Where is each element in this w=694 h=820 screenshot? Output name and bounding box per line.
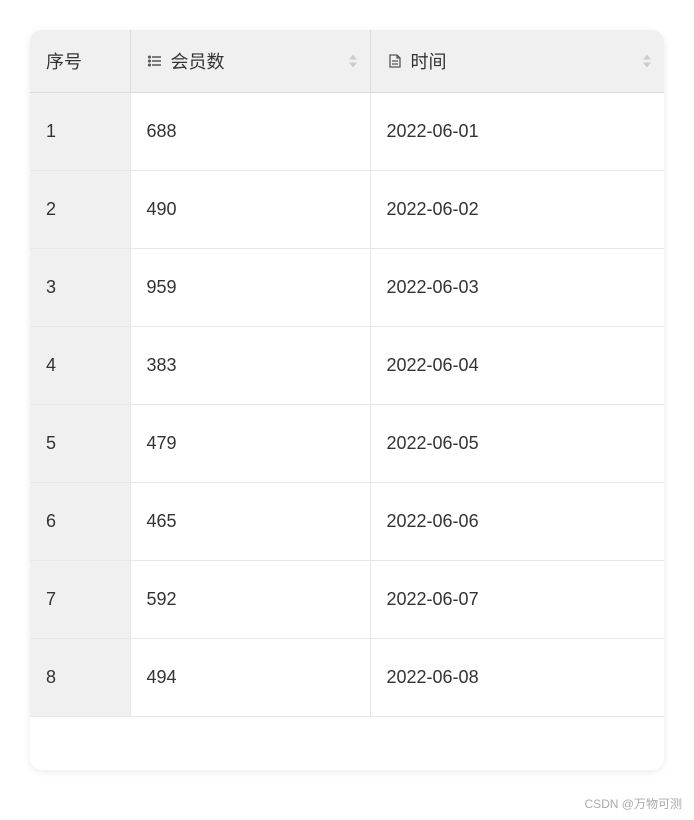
- table-header: 序号: [30, 30, 664, 93]
- data-table: 序号: [30, 30, 664, 717]
- cell-members: 383: [130, 327, 370, 405]
- table-row[interactable]: 4 383 2022-06-04: [30, 327, 664, 405]
- cell-time: 2022-06-04: [370, 327, 664, 405]
- cell-members: 479: [130, 405, 370, 483]
- sort-control[interactable]: [348, 55, 358, 68]
- sort-down-icon: [348, 62, 358, 68]
- column-header-label: 序号: [46, 48, 82, 74]
- table-row[interactable]: 3 959 2022-06-03: [30, 249, 664, 327]
- sort-down-icon: [642, 62, 652, 68]
- table-body: 1 688 2022-06-01 2 490 2022-06-02 3 959 …: [30, 93, 664, 717]
- cell-time: 2022-06-08: [370, 639, 664, 717]
- cell-index: 4: [30, 327, 130, 405]
- cell-members: 592: [130, 561, 370, 639]
- cell-time: 2022-06-03: [370, 249, 664, 327]
- cell-index: 2: [30, 171, 130, 249]
- cell-time: 2022-06-05: [370, 405, 664, 483]
- column-header-members[interactable]: 会员数: [130, 30, 370, 93]
- cell-members: 959: [130, 249, 370, 327]
- watermark-text: CSDN @万物可测: [584, 795, 682, 812]
- cell-time: 2022-06-02: [370, 171, 664, 249]
- cell-index: 3: [30, 249, 130, 327]
- cell-index: 6: [30, 483, 130, 561]
- table-row[interactable]: 2 490 2022-06-02: [30, 171, 664, 249]
- cell-members: 465: [130, 483, 370, 561]
- cell-index: 7: [30, 561, 130, 639]
- cell-time: 2022-06-06: [370, 483, 664, 561]
- table-row[interactable]: 6 465 2022-06-06: [30, 483, 664, 561]
- cell-index: 1: [30, 93, 130, 171]
- cell-index: 5: [30, 405, 130, 483]
- cell-time: 2022-06-07: [370, 561, 664, 639]
- list-icon: [147, 53, 163, 69]
- cell-time: 2022-06-01: [370, 93, 664, 171]
- cell-members: 490: [130, 171, 370, 249]
- column-header-index[interactable]: 序号: [30, 30, 130, 93]
- table-row[interactable]: 5 479 2022-06-05: [30, 405, 664, 483]
- column-header-time[interactable]: 时间: [370, 30, 664, 93]
- sort-control[interactable]: [642, 55, 652, 68]
- document-icon: [387, 53, 403, 69]
- sort-up-icon: [642, 55, 652, 61]
- column-header-label: 时间: [411, 48, 447, 74]
- table-scroll-area[interactable]: 序号: [30, 30, 664, 770]
- data-table-container: 序号: [30, 30, 664, 770]
- table-row[interactable]: 7 592 2022-06-07: [30, 561, 664, 639]
- table-header-row: 序号: [30, 30, 664, 93]
- table-row[interactable]: 8 494 2022-06-08: [30, 639, 664, 717]
- cell-index: 8: [30, 639, 130, 717]
- cell-members: 494: [130, 639, 370, 717]
- sort-up-icon: [348, 55, 358, 61]
- table-row[interactable]: 1 688 2022-06-01: [30, 93, 664, 171]
- cell-members: 688: [130, 93, 370, 171]
- column-header-label: 会员数: [171, 48, 225, 74]
